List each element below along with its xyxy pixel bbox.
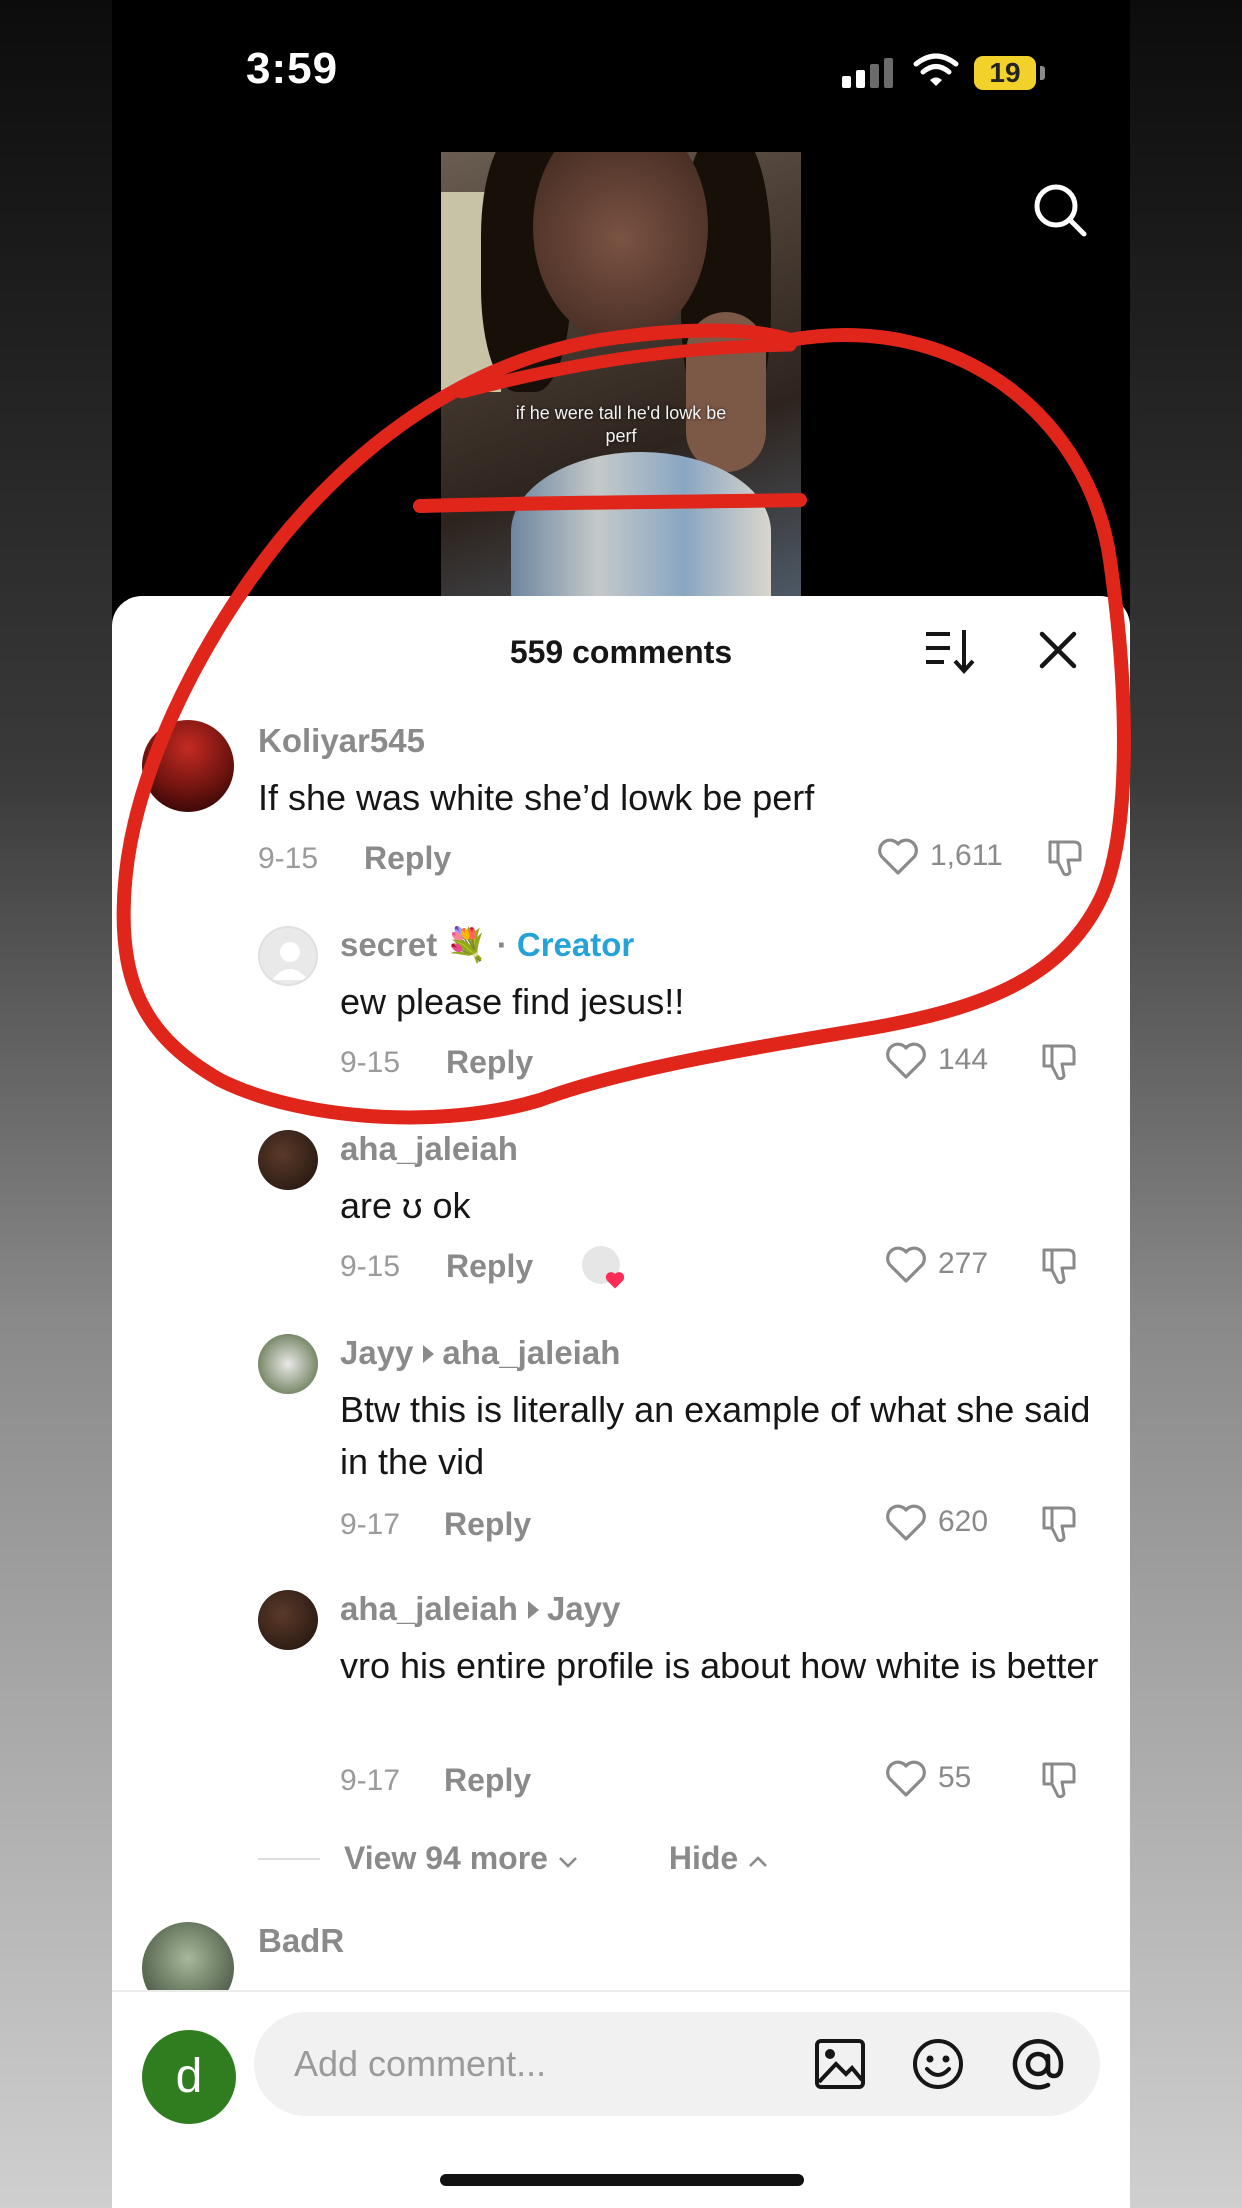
like-button[interactable]: 55 <box>884 1758 971 1798</box>
comment-date: 9-15 <box>258 842 319 875</box>
avatar[interactable] <box>258 1334 318 1394</box>
chevron-down-icon <box>558 1857 577 1868</box>
comment-text: Btw this is literally an example of what… <box>340 1389 1091 1482</box>
comment-date: 9-17 <box>340 1764 401 1797</box>
comment-username[interactable]: Jayy aha_jaleiah <box>340 1334 620 1372</box>
dislike-icon[interactable] <box>1038 1244 1082 1288</box>
comment-text: vro his entire profile is about how whit… <box>340 1645 1099 1686</box>
comment-username[interactable]: aha_jaleiah Jayy <box>340 1590 620 1628</box>
like-count: 277 <box>938 1247 989 1280</box>
sort-icon[interactable] <box>924 626 976 676</box>
hide-label: Hide <box>668 1840 739 1876</box>
status-time: 3:59 <box>246 44 339 93</box>
like-count: 620 <box>938 1505 989 1538</box>
battery-cap <box>1040 66 1045 80</box>
comment-text: are ʊ ok <box>340 1185 471 1226</box>
dislike-icon[interactable] <box>1044 836 1088 880</box>
username-text: Jayy <box>340 1334 414 1371</box>
reply-button[interactable]: Reply <box>364 840 451 877</box>
view-more-label: View 94 more <box>344 1840 548 1876</box>
heart-icon <box>886 1042 926 1079</box>
creator-liked-badge <box>582 1246 626 1290</box>
wifi-icon <box>913 53 959 86</box>
current-user-avatar[interactable]: d <box>142 2030 236 2124</box>
like-count: 55 <box>938 1761 972 1794</box>
comments-count-title: 559 comments <box>509 634 733 670</box>
comment-date: 9-17 <box>340 1508 401 1541</box>
dislike-icon[interactable] <box>1038 1040 1082 1084</box>
home-indicator[interactable] <box>440 2174 804 2186</box>
heart-icon <box>886 1760 926 1797</box>
thread-divider <box>258 1857 320 1860</box>
comment-username[interactable]: BadR <box>258 1922 344 1960</box>
reply-button[interactable]: Reply <box>446 1044 533 1081</box>
cellular-signal-icon <box>842 58 893 88</box>
reply-button[interactable]: Reply <box>446 1248 533 1285</box>
comment-username[interactable]: Koliyar545 <box>258 722 425 760</box>
video-hand <box>686 312 766 472</box>
comment-composer <box>254 2012 1100 2116</box>
like-button[interactable]: 144 <box>884 1040 988 1080</box>
reply-arrow-icon <box>423 1345 435 1364</box>
reply-button[interactable]: Reply <box>444 1762 531 1799</box>
avatar[interactable] <box>142 1922 234 1990</box>
video-caption: if he were tall he'd lowk be perf <box>515 403 727 446</box>
dislike-icon[interactable] <box>1038 1758 1082 1802</box>
flower-emoji: 💐 <box>446 926 488 963</box>
video-player[interactable]: if he were tall he'd lowk be perf <box>441 152 801 598</box>
like-count: 1,611 <box>930 839 1003 872</box>
separator-dot: · <box>496 926 508 963</box>
thread-controls: View 94 more Hide <box>258 1840 769 1877</box>
heart-icon <box>605 1272 625 1289</box>
like-button[interactable]: 277 <box>884 1244 988 1284</box>
reply-to-username: Jayy <box>546 1590 621 1627</box>
like-count: 144 <box>938 1043 989 1076</box>
search-icon[interactable] <box>1030 180 1090 240</box>
image-icon[interactable] <box>812 2036 868 2092</box>
reply-to-username: aha_jaleiah <box>442 1334 621 1371</box>
heart-icon <box>886 1246 926 1283</box>
comment-date: 9-15 <box>340 1046 401 1079</box>
battery-icon: 19 <box>974 56 1036 90</box>
composer-divider <box>112 1990 1130 1992</box>
hide-replies-button[interactable]: Hide <box>669 1840 769 1877</box>
video-shirt <box>511 452 771 598</box>
avatar[interactable] <box>258 1130 318 1190</box>
emoji-icon[interactable] <box>910 2036 966 2092</box>
comment-username[interactable]: aha_jaleiah <box>340 1130 518 1168</box>
comment-item: BadR <box>112 1914 1130 1990</box>
avatar[interactable] <box>258 926 318 986</box>
reply-button[interactable]: Reply <box>444 1506 531 1543</box>
view-more-replies-button[interactable]: View 94 more <box>344 1840 579 1877</box>
comment-date: 9-15 <box>340 1250 401 1283</box>
dislike-icon[interactable] <box>1038 1502 1082 1546</box>
heart-icon <box>878 838 918 875</box>
username-text: aha_jaleiah <box>340 1590 518 1627</box>
comment-text: If she was white she’d lowk be perf <box>258 777 815 818</box>
chevron-up-icon <box>749 1856 768 1867</box>
comment-text: ew please find jesus!! <box>340 981 685 1022</box>
close-icon[interactable] <box>1036 628 1080 672</box>
like-button[interactable]: 620 <box>884 1502 988 1542</box>
reply-arrow-icon <box>527 1601 539 1620</box>
avatar[interactable] <box>258 1590 318 1650</box>
creator-badge: Creator <box>516 926 635 963</box>
avatar[interactable] <box>142 720 234 812</box>
username-text: secret <box>340 926 438 963</box>
phone-screen: 3:59 19 if he were tall he'd lowk be per… <box>112 0 1130 2208</box>
comments-sheet: 559 comments Koliyar545 If she was white… <box>112 596 1130 2208</box>
like-button[interactable]: 1,611 <box>876 836 1003 876</box>
heart-icon <box>886 1504 926 1541</box>
mention-icon[interactable] <box>1010 2036 1066 2092</box>
comment-username[interactable]: secret 💐 · Creator <box>340 926 634 965</box>
add-comment-input[interactable] <box>294 2038 794 2090</box>
default-avatar-icon <box>272 942 308 980</box>
